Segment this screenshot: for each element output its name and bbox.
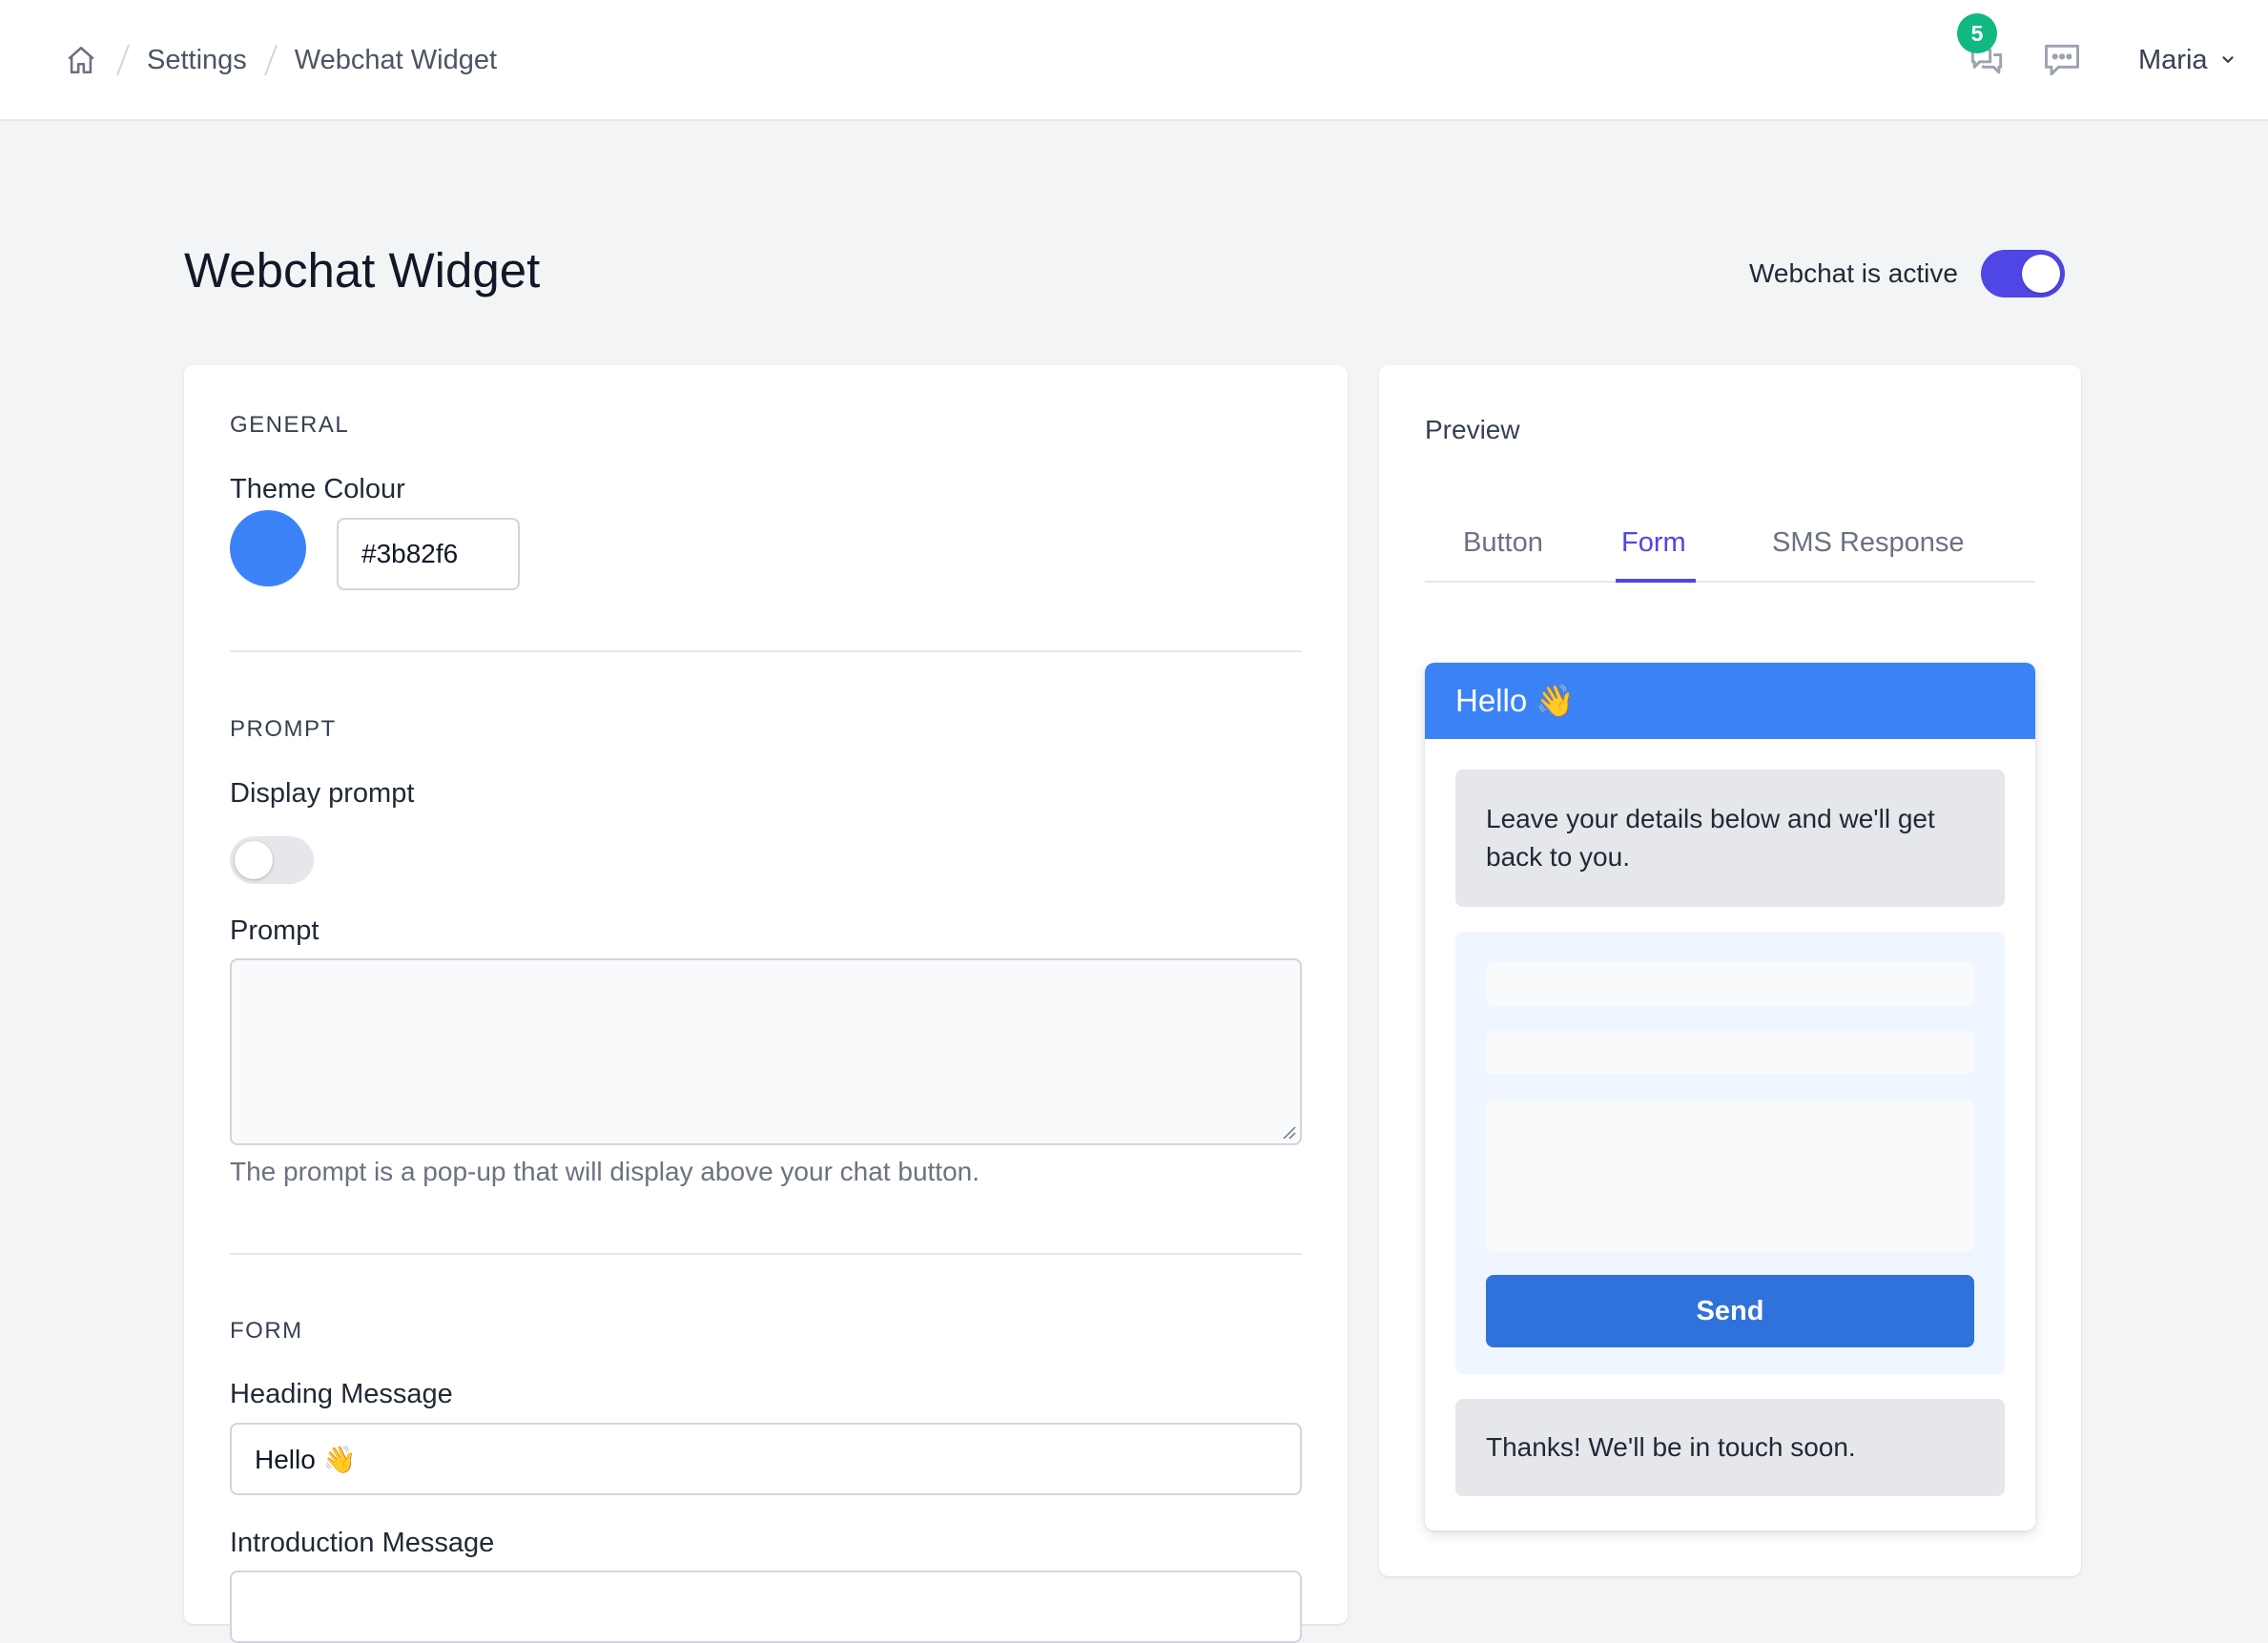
heading-message-label: Heading Message	[230, 1379, 453, 1409]
general-heading: GENERAL	[230, 412, 350, 438]
prompt-textarea[interactable]	[230, 958, 1302, 1145]
webchat-active-control: Webchat is active	[1749, 250, 2065, 298]
breadcrumb-separator	[99, 38, 147, 82]
prompt-help-text: The prompt is a pop-up that will display…	[230, 1157, 979, 1186]
tab-button[interactable]: Button	[1463, 527, 1543, 583]
preview-tabs: Button Form SMS Response	[1425, 527, 2035, 583]
widget-preview: Hello 👋 Leave your details below and we'…	[1425, 663, 2035, 1530]
breadcrumb-settings[interactable]: Settings	[147, 45, 247, 76]
display-prompt-toggle[interactable]	[230, 836, 314, 884]
webchat-active-toggle[interactable]	[1980, 250, 2065, 298]
send-button[interactable]: Send	[1486, 1275, 1974, 1347]
form-heading: FORM	[230, 1318, 303, 1344]
widget-form: Send	[1455, 932, 2005, 1374]
display-prompt-label: Display prompt	[230, 778, 415, 809]
user-menu[interactable]: Maria	[2138, 38, 2237, 82]
resize-grip-icon[interactable]	[1281, 1124, 1296, 1140]
intro-message-bubble: Leave your details below and we'll get b…	[1455, 770, 2005, 907]
heading-message-input[interactable]: Hello 👋	[230, 1423, 1302, 1495]
toggle-knob	[2021, 255, 2060, 293]
theme-colour-label: Theme Colour	[230, 474, 405, 504]
settings-card: GENERAL Theme Colour #3b82f6 PROMPT Disp…	[184, 365, 1348, 1643]
section-divider	[230, 1253, 1302, 1255]
prompt-label: Prompt	[230, 915, 320, 946]
user-name: Maria	[2138, 44, 2208, 75]
active-tab-indicator	[1616, 579, 1696, 583]
theme-colour-swatch[interactable]	[230, 510, 306, 586]
tab-form[interactable]: Form	[1621, 527, 1686, 583]
home-icon[interactable]	[63, 42, 99, 78]
chat-bubble-dots-icon[interactable]	[2038, 36, 2086, 84]
introduction-message-label: Introduction Message	[230, 1528, 495, 1558]
page-title: Webchat Widget	[184, 243, 541, 298]
thanks-message-bubble: Thanks! We'll be in touch soon.	[1455, 1399, 2005, 1496]
preview-title: Preview	[1425, 415, 1520, 444]
preview-card: Preview Button Form SMS Response Hello 👋…	[1379, 365, 2081, 1576]
webchat-active-label: Webchat is active	[1749, 258, 1958, 288]
tab-sms-response[interactable]: SMS Response	[1772, 527, 1965, 583]
breadcrumb-separator	[247, 38, 295, 82]
toggle-knob	[235, 841, 273, 879]
notification-badge: 5	[1957, 13, 1997, 53]
widget-message-field[interactable]	[1486, 1099, 1974, 1252]
breadcrumb: Settings Webchat Widget	[63, 38, 497, 82]
widget-contact-field[interactable]	[1486, 1031, 1974, 1075]
widget-header: Hello 👋	[1425, 663, 2035, 739]
section-divider	[230, 650, 1302, 652]
breadcrumb-webchat-widget[interactable]: Webchat Widget	[295, 45, 497, 76]
prompt-heading: PROMPT	[230, 716, 337, 742]
introduction-message-input[interactable]	[230, 1571, 1302, 1643]
theme-colour-input[interactable]: #3b82f6	[337, 518, 520, 590]
top-bar: Settings Webchat Widget 5 Maria	[0, 0, 2268, 121]
chevron-down-icon	[2219, 45, 2237, 76]
widget-name-field[interactable]	[1486, 962, 1974, 1006]
